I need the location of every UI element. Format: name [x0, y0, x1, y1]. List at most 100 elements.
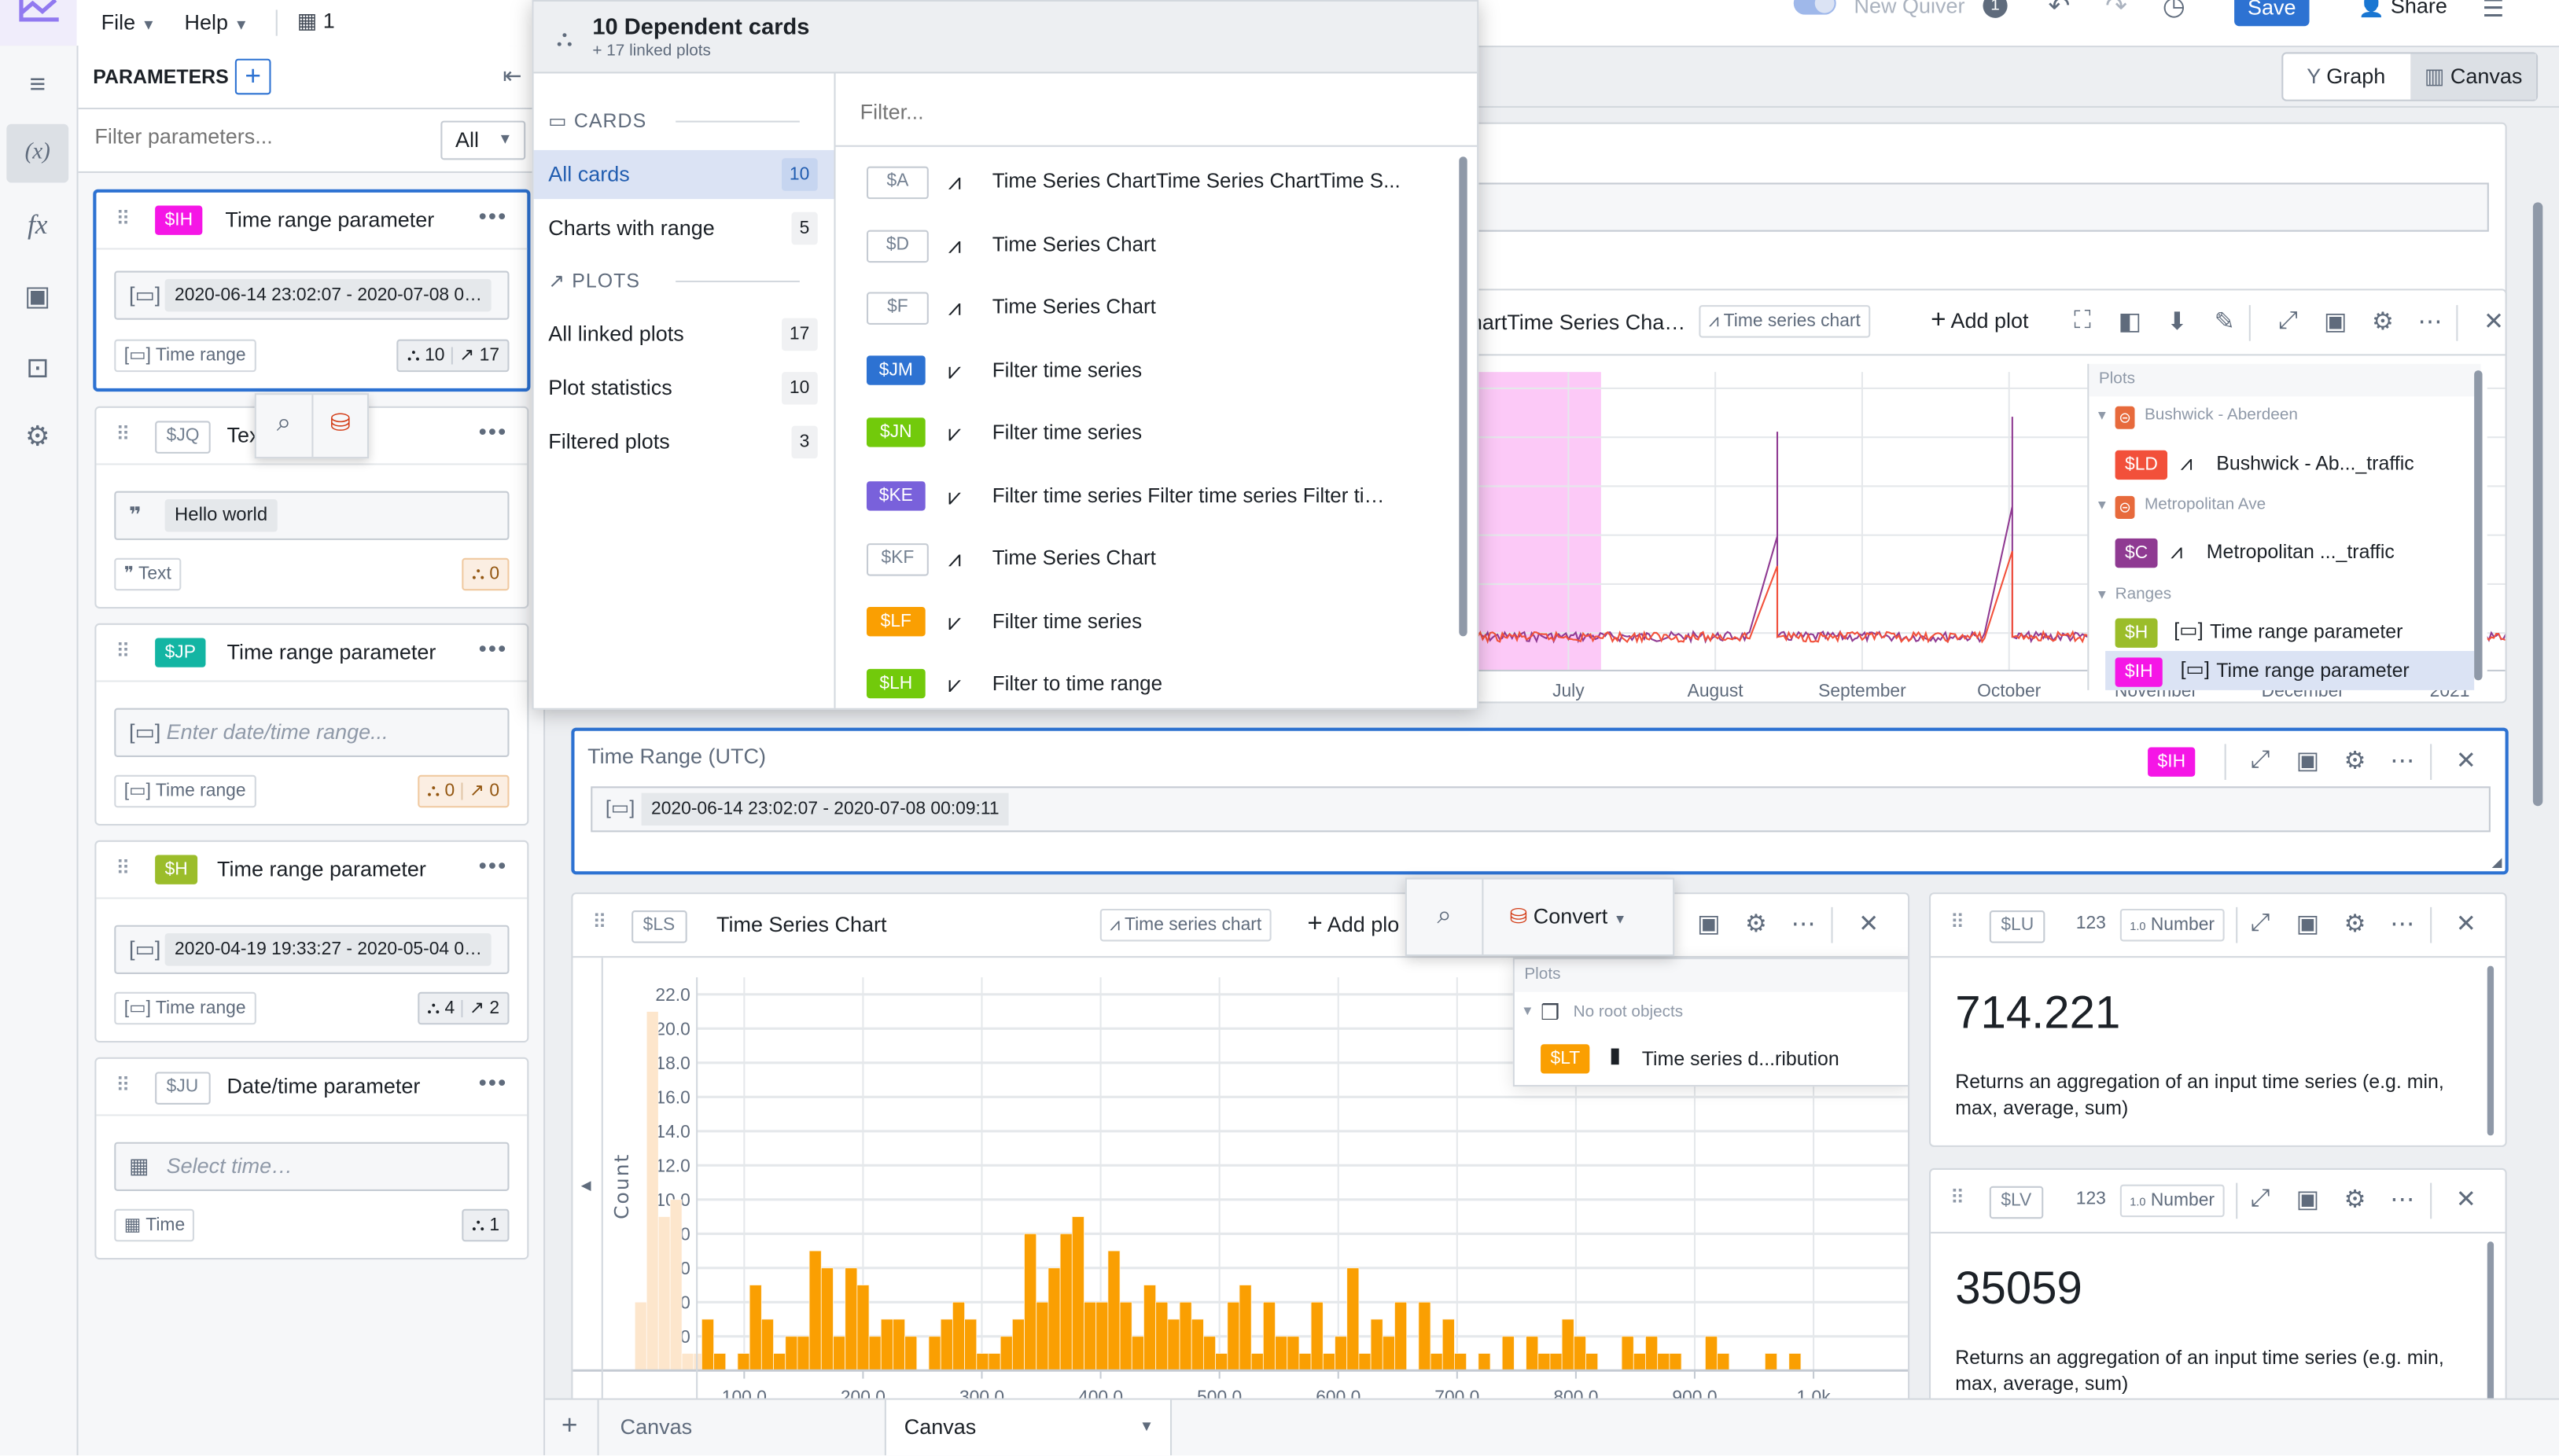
more-icon[interactable]: ⋯ [2384, 1185, 2421, 1214]
search-icon[interactable]: ⌕ [256, 395, 314, 458]
more-icon[interactable]: ••• [479, 634, 508, 660]
add-parameter-button[interactable]: + [234, 58, 271, 95]
date-time-input[interactable]: ▦ Select time… [114, 1142, 510, 1191]
time-range-input[interactable]: [▭] 2020-06-14 23:02:07 - 2020-07-08 00:… [591, 786, 2491, 833]
filter-parameters-input[interactable] [91, 122, 425, 150]
sidebar-icon[interactable]: ◧ [2112, 307, 2148, 336]
presentation-icon[interactable]: ▣ [2290, 909, 2326, 938]
dependents-button[interactable]: ⛬ 10 | ↗ 17 [397, 339, 510, 373]
scrollbar[interactable] [2487, 965, 2495, 1136]
close-icon[interactable]: ✕ [2448, 909, 2484, 938]
text-input[interactable]: ❞ Hello world [114, 491, 510, 540]
gear-icon[interactable]: ⚙ [1738, 909, 1774, 938]
collapse-panel-icon[interactable]: ⇤ [503, 62, 521, 90]
info-icon[interactable]: 1 [1983, 0, 2008, 18]
parameter-type-select[interactable]: All ▼ [440, 120, 526, 160]
focus-icon[interactable]: ⊡ [6, 340, 68, 399]
sidebar-item-plot-statistics[interactable]: Plot statistics 10 [534, 364, 834, 413]
popup-scrollbar[interactable] [1459, 156, 1467, 637]
building-count-button[interactable]: ▦ 1 [297, 8, 335, 34]
undo-icon[interactable]: ↶ [2049, 0, 2071, 23]
history-icon[interactable]: ◷ [2163, 0, 2185, 23]
more-icon[interactable]: ⋯ [2384, 745, 2421, 774]
more-icon[interactable]: ••• [479, 1068, 508, 1094]
dependents-button[interactable]: ⛬ 0 | ↗ 0 [417, 774, 510, 808]
presentation-icon[interactable]: ▣ [6, 267, 68, 326]
number-card[interactable]: ⠿ $LU 123 1.0 Number ⤢ ▣ ⚙ ⋯ ✕ 714.221 R… [1929, 892, 2507, 1147]
drag-handle-icon[interactable]: ⠿ [592, 910, 606, 933]
edit-icon[interactable]: ✎ [2207, 307, 2243, 336]
legend-scrollbar[interactable] [2474, 370, 2483, 681]
canvas-scrollbar[interactable] [2532, 202, 2543, 807]
drag-handle-icon[interactable]: ⠿ [116, 1074, 130, 1097]
fit-icon[interactable]: ⛶ [2064, 307, 2101, 334]
variable-icon[interactable]: (x) [6, 123, 69, 183]
sidebar-item-filtered-plots[interactable]: Filtered plots 3 [534, 417, 834, 466]
presentation-icon[interactable]: ▣ [2290, 745, 2326, 774]
dependents-button[interactable]: ⛬ 0 [462, 557, 510, 591]
more-icon[interactable]: ⋯ [1785, 909, 1821, 938]
expand-icon[interactable]: ⤢ [2242, 745, 2278, 773]
sidebar-item-all-cards[interactable]: All cards 10 [533, 149, 834, 200]
drag-handle-icon[interactable]: ⠿ [1950, 910, 1964, 933]
list-icon[interactable]: ☰ [2483, 0, 2505, 23]
drag-handle-icon[interactable]: ⠿ [116, 640, 130, 663]
more-icon[interactable]: ••• [479, 851, 508, 877]
parameter-card[interactable]: ⠿ $H Time range parameter ••• [▭] 2020-04… [94, 840, 529, 1043]
close-icon[interactable]: ✕ [2448, 745, 2484, 774]
time-range-card[interactable]: Time Range (UTC) $IH ⤢ ▣ ⚙ ⋯ ✕ [▭] 2020-… [571, 727, 2509, 875]
graph-view-button[interactable]: Y Graph [2283, 53, 2409, 99]
dependents-button[interactable]: ⛬ 4 | ↗ 2 [417, 991, 510, 1025]
expand-icon[interactable]: ⤢ [2242, 909, 2278, 936]
resize-handle-icon[interactable]: ◢ [2492, 855, 2502, 870]
save-button[interactable]: Save [2234, 0, 2310, 27]
time-range-input[interactable]: [▭] Enter date/time range... [114, 708, 510, 757]
convert-button[interactable]: ⛁ Convert ▼ [1483, 880, 1671, 954]
more-icon[interactable]: ••• [479, 417, 508, 443]
parameter-card[interactable]: ⠿ $JU Date/time parameter ••• ▦ Select ti… [94, 1057, 529, 1260]
canvas-select[interactable]: Canvas ▼ [884, 1399, 1173, 1456]
drag-handle-icon[interactable]: ⠿ [116, 208, 130, 230]
parameter-card[interactable]: ⠿ $IH Time range parameter ••• [▭] 2020-0… [93, 189, 531, 392]
gear-icon[interactable]: ⚙ [2337, 1185, 2373, 1214]
time-range-input[interactable]: [▭] 2020-06-14 23:02:07 - 2020-07-08 0… [114, 270, 510, 320]
expand-icon[interactable]: ⤢ [2242, 1185, 2278, 1212]
file-menu[interactable]: File ▼ [101, 9, 156, 34]
popup-filter-input[interactable] [856, 97, 1451, 126]
number-card[interactable]: ⠿ $LV 123 1.0 Number ⤢ ▣ ⚙ ⋯ ✕ 35059 Ret… [1929, 1167, 2507, 1433]
new-quiver-toggle[interactable] [1793, 0, 1836, 15]
function-icon[interactable]: fx [6, 196, 68, 255]
redo-icon[interactable]: ↷ [2105, 0, 2127, 23]
legend-range-selected[interactable]: $IH [▭] Time range parameter [2105, 651, 2475, 690]
close-icon[interactable]: ✕ [2448, 1185, 2484, 1214]
database-icon[interactable]: ⛁ [313, 395, 366, 457]
help-menu[interactable]: Help ▼ [185, 9, 249, 34]
search-icon[interactable]: ⌕ [1407, 879, 1484, 955]
sidebar-item-all-linked-plots[interactable]: All linked plots 17 [534, 310, 834, 358]
gear-icon[interactable]: ⚙ [6, 408, 68, 467]
drag-handle-icon[interactable]: ⠿ [116, 423, 130, 446]
expand-icon[interactable]: ⤢ [2270, 307, 2307, 334]
gear-icon[interactable]: ⚙ [2365, 307, 2401, 336]
menu-icon[interactable]: ≡ [6, 56, 68, 115]
presentation-icon[interactable]: ▣ [1691, 909, 1727, 938]
gear-icon[interactable]: ⚙ [2337, 909, 2373, 938]
add-plot-button[interactable]: + Add plot [1931, 307, 2028, 336]
parameter-card[interactable]: ⠿ $JP Time range parameter ••• [▭] Enter … [94, 623, 529, 826]
sidebar-item-charts-with-range[interactable]: Charts with range 5 [534, 204, 834, 252]
download-icon[interactable]: ⬇ [2160, 307, 2196, 336]
drag-handle-icon[interactable]: ⠿ [116, 857, 130, 880]
close-icon[interactable]: ✕ [2476, 307, 2505, 336]
presentation-icon[interactable]: ▣ [2290, 1185, 2326, 1214]
canvas-view-button[interactable]: ▥ Canvas [2410, 53, 2537, 100]
gear-icon[interactable]: ⚙ [2337, 745, 2373, 774]
more-icon[interactable]: ⋯ [2412, 307, 2448, 336]
time-range-input[interactable]: [▭] 2020-04-19 19:33:27 - 2020-05-04 0… [114, 925, 510, 974]
add-plot-button[interactable]: + Add plo [1307, 910, 1399, 939]
share-button[interactable]: 👤 Share [2358, 0, 2447, 20]
close-icon[interactable]: ✕ [1850, 909, 1887, 938]
add-tab-button[interactable]: + [562, 1410, 578, 1443]
presentation-icon[interactable]: ▣ [2318, 307, 2354, 336]
tab-canvas[interactable]: Canvas [620, 1414, 692, 1439]
histogram-chart-card[interactable]: ⠿ $LS Time Series Chart ⩘ Time series ch… [571, 892, 1910, 1418]
